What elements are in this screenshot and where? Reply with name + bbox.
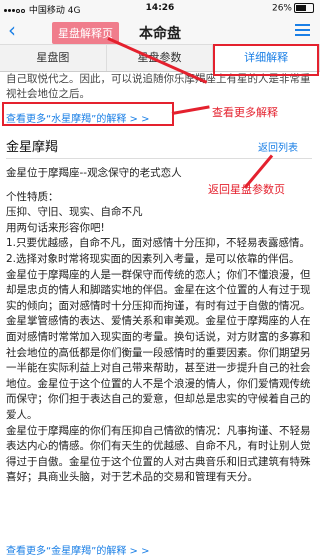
description-line: 压抑、守旧、现实、自命不凡 (6, 206, 143, 219)
description-line: 金星位于摩羯座--观念保守的老式恋人 (6, 167, 182, 179)
nav-bar: ‹ 本命盘 (0, 18, 320, 45)
annotation-more-label: 查看更多解释 (212, 106, 278, 119)
menu-icon[interactable] (295, 24, 310, 36)
page-title: 本命盘 (139, 26, 181, 42)
annotation-box-more (2, 102, 174, 126)
more-link-bottom-wrapper: 查看更多“金星摩羯”的解释 > > (6, 539, 149, 558)
description-line: 金星位于摩羯座的人是一群保守而传统的恋人；你们不懂浪漫，但却是忠贞的情人和脚踏实… (6, 268, 311, 312)
description-line: 金星位于摩羯座的你们有压抑自己情欲的情况：凡事拘谨、不轻易表达内心的情感。你们有… (6, 424, 311, 484)
tab-chart[interactable]: 星盘图 (0, 45, 107, 71)
description-line: 用两句话来形容你吧! (6, 221, 105, 234)
annotation-return-label: 返回星盘参数页 (208, 183, 285, 196)
battery-icon (294, 3, 314, 13)
description-line: 金星掌管感情的表达、爱情关系和审美观。金星位于摩羯座的人在面对感情时常常加入现实… (6, 315, 311, 421)
description-line: 2.选择对象时常将现实面的因素列入考量，是可以依靠的伴侣。 (6, 252, 300, 265)
status-bar: 中国移动 4G 14:26 26% (0, 0, 320, 18)
tab-parameters[interactable]: 星盘参数 (107, 45, 214, 71)
description-body: 金星位于摩羯座--观念保守的老式恋人 个性特质： 压抑、守旧、现实、自命不凡 用… (6, 166, 314, 486)
description-line: 1.只要优越感，自命不凡，面对感情十分压抑，不轻易表露感情。 (6, 237, 311, 250)
return-list-link[interactable]: 返回列表 (258, 139, 298, 154)
annotation-box-tab (213, 44, 319, 76)
battery-indicator: 26% (272, 3, 314, 14)
more-link-bottom[interactable]: 查看更多“金星摩羯”的解释 > > (6, 546, 149, 557)
section-title: 金星摩羯 (6, 140, 59, 155)
annotation-arrow (171, 105, 210, 115)
cutoff-text: 自己取悦代之。因此，可以说追随你乐摩羯座上有星的人是非常重视社会地位之后。 (6, 73, 311, 100)
